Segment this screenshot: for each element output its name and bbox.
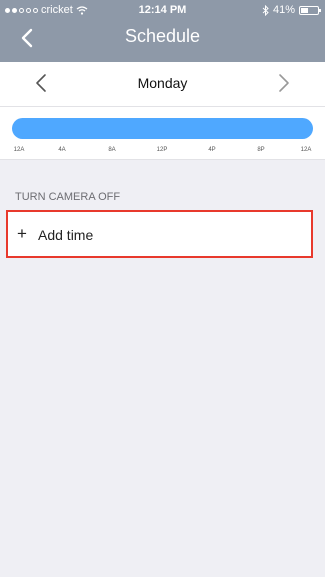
schedule-timeline: 12A 4A 8A 12P 4P 8P 12A <box>0 107 325 160</box>
tick-label: 12A <box>300 147 312 153</box>
plus-icon: + <box>17 224 27 243</box>
bluetooth-icon <box>262 4 269 16</box>
tick-label: 4P <box>208 147 216 153</box>
tick-label: 4A <box>58 147 66 153</box>
add-time-button[interactable]: + Add time <box>6 210 313 258</box>
tick-label: 8A <box>108 147 116 153</box>
battery-icon <box>299 5 321 15</box>
add-time-label: Add time <box>38 227 94 243</box>
nav-bar: cricket 12:14 PM 41% Schedule <box>0 0 325 62</box>
tick-label: 12A <box>13 147 25 153</box>
status-bar: cricket 12:14 PM 41% <box>0 0 325 20</box>
battery-percent: 41% <box>272 4 295 16</box>
tick-label: 12P <box>156 147 168 153</box>
timeline-bar[interactable] <box>12 118 313 139</box>
section-header: TURN CAMERA OFF <box>15 191 121 203</box>
day-selector: Monday <box>0 62 325 107</box>
page-title: Schedule <box>124 26 201 46</box>
next-day-button[interactable] <box>277 72 291 94</box>
tick-label: 8P <box>257 147 265 153</box>
